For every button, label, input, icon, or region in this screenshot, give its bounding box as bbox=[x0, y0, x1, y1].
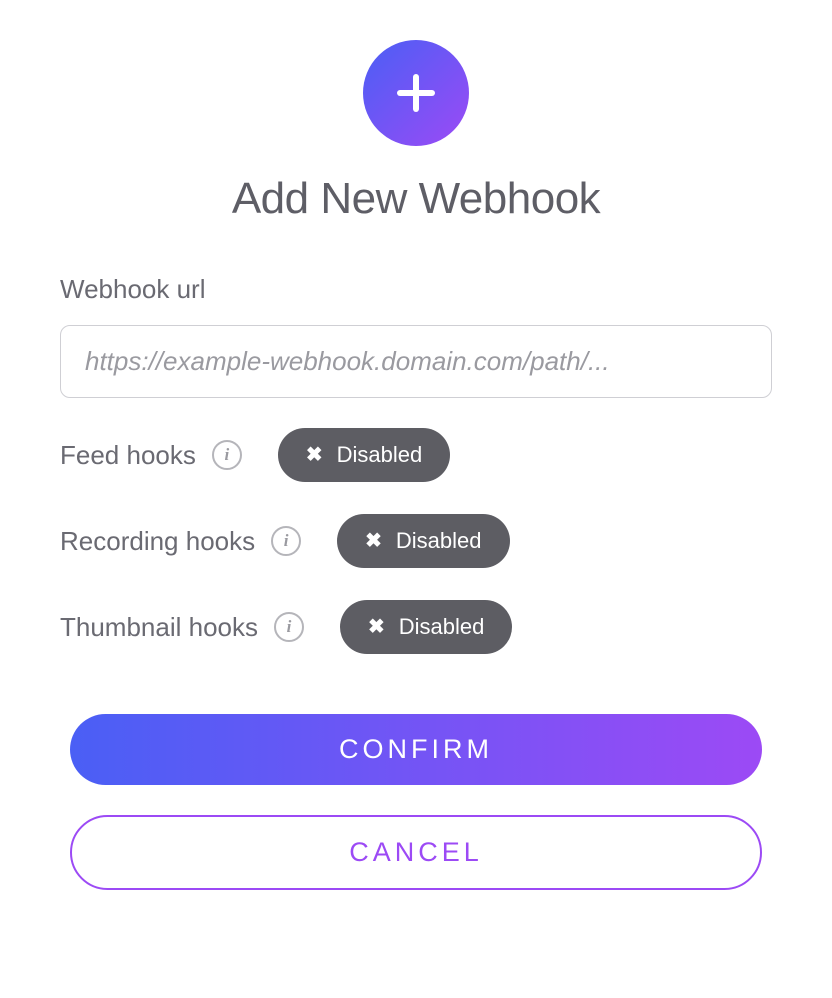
recording-hooks-status: Disabled bbox=[396, 528, 482, 554]
info-icon[interactable]: i bbox=[274, 612, 304, 642]
feed-hooks-label-group: Feed hooks i bbox=[60, 440, 242, 471]
dialog-title: Add New Webhook bbox=[232, 174, 600, 224]
webhook-url-label: Webhook url bbox=[60, 274, 772, 305]
x-icon: ✖ bbox=[368, 617, 385, 637]
x-icon: ✖ bbox=[365, 531, 382, 551]
webhook-url-input[interactable] bbox=[60, 325, 772, 398]
feed-hooks-row: Feed hooks i ✖ Disabled bbox=[60, 428, 772, 482]
info-icon[interactable]: i bbox=[212, 440, 242, 470]
recording-hooks-toggle[interactable]: ✖ Disabled bbox=[337, 514, 509, 568]
recording-hooks-label-group: Recording hooks i bbox=[60, 526, 301, 557]
webhook-url-section: Webhook url bbox=[60, 274, 772, 398]
feed-hooks-label: Feed hooks bbox=[60, 440, 196, 471]
dialog-buttons: CONFIRM CANCEL bbox=[60, 714, 772, 890]
dialog-header: Add New Webhook bbox=[60, 40, 772, 224]
confirm-button[interactable]: CONFIRM bbox=[70, 714, 762, 785]
feed-hooks-toggle[interactable]: ✖ Disabled bbox=[278, 428, 450, 482]
recording-hooks-label: Recording hooks bbox=[60, 526, 255, 557]
plus-icon bbox=[392, 69, 440, 117]
thumbnail-hooks-row: Thumbnail hooks i ✖ Disabled bbox=[60, 600, 772, 654]
cancel-button[interactable]: CANCEL bbox=[70, 815, 762, 890]
thumbnail-hooks-label-group: Thumbnail hooks i bbox=[60, 612, 304, 643]
thumbnail-hooks-label: Thumbnail hooks bbox=[60, 612, 258, 643]
info-icon[interactable]: i bbox=[271, 526, 301, 556]
x-icon: ✖ bbox=[306, 445, 323, 465]
add-icon-circle bbox=[363, 40, 469, 146]
thumbnail-hooks-status: Disabled bbox=[399, 614, 485, 640]
recording-hooks-row: Recording hooks i ✖ Disabled bbox=[60, 514, 772, 568]
feed-hooks-status: Disabled bbox=[337, 442, 423, 468]
thumbnail-hooks-toggle[interactable]: ✖ Disabled bbox=[340, 600, 512, 654]
